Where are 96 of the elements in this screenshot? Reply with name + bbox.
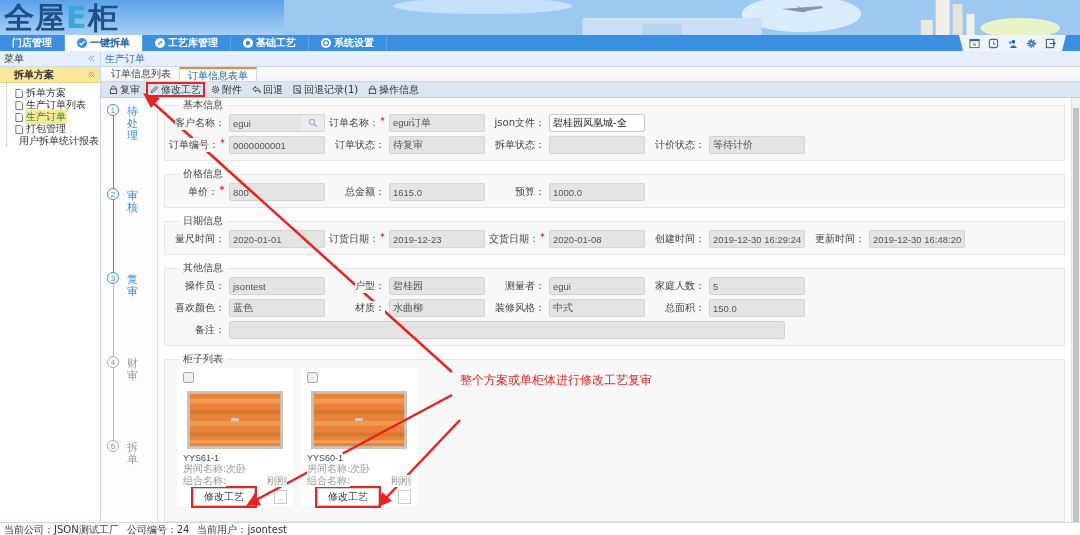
toolbar-button[interactable]: 修改工艺 <box>146 82 205 97</box>
section-title: 基本信息 <box>182 98 224 112</box>
status-text: 公司编号：24 <box>126 523 190 535</box>
room-name: 房间名称:次卧 <box>183 463 247 475</box>
document-icon <box>293 85 302 94</box>
toolbar-button[interactable]: 操作信息 <box>364 82 424 97</box>
toolbar-button[interactable]: 复审 <box>105 82 144 97</box>
menu-item[interactable]: 生产订单列表 <box>25 98 87 112</box>
check-icon <box>77 38 87 48</box>
nav-tab[interactable]: 一键拆单 <box>65 35 143 51</box>
modify-button[interactable]: 修改工艺 <box>193 488 255 506</box>
section-title: 柜子列表 <box>182 352 224 366</box>
group-name: 组合名称: <box>307 475 351 487</box>
toolbar-button[interactable]: 回退 <box>248 82 287 97</box>
lock-icon <box>368 85 378 94</box>
menu-group[interactable]: 拆单方案 <box>0 67 100 83</box>
input-field[interactable]: 水曲柳 <box>389 299 485 317</box>
step-label: 待处理 <box>127 104 138 143</box>
input-field[interactable]: 2020-01-08 <box>549 230 645 248</box>
toolbar-button[interactable]: 回退记录(1) <box>289 82 363 97</box>
annotation-text: 整个方案或单柜体进行修改工艺复审 <box>460 372 652 389</box>
status-text: 当前用户：jsontest <box>197 523 288 535</box>
input-field[interactable]: 中式 <box>549 299 645 317</box>
room-name: 房间名称:次卧 <box>307 463 371 475</box>
users-icon[interactable] <box>1007 37 1018 49</box>
step-label: 审核 <box>127 188 138 215</box>
input-field[interactable]: 2019-12-23 <box>389 230 485 248</box>
page-tab[interactable]: 订单信息列表 <box>103 67 179 81</box>
section-title: 其他信息 <box>182 261 224 275</box>
menu-group-label: 拆单方案 <box>14 67 54 82</box>
collapse-icon[interactable] <box>87 54 96 63</box>
menu-item[interactable]: 用户拆单统计报表 <box>18 134 100 148</box>
input-field[interactable]: 等待计价 <box>709 136 805 154</box>
logo: 全屋E柜 <box>3 0 120 35</box>
input-field[interactable]: 2019-12-30 16:48:20 <box>869 230 965 248</box>
input-field[interactable]: 0000000001 <box>229 136 325 154</box>
input-field[interactable]: egui订单 <box>389 114 485 132</box>
input-field[interactable]: 1615.0 <box>389 183 485 201</box>
required-icon <box>380 232 385 238</box>
input-field[interactable]: jsontest <box>229 277 325 295</box>
modify-button[interactable]: 修改工艺 <box>317 488 379 506</box>
exit-icon[interactable] <box>1045 37 1056 49</box>
checkbox[interactable] <box>307 372 318 383</box>
section-title: 日期信息 <box>182 214 224 228</box>
step-number: 3 <box>107 272 119 284</box>
input-field[interactable]: 待复审 <box>389 136 485 154</box>
input-field[interactable]: 碧桂园凤凰城-全 <box>549 114 645 132</box>
input-field[interactable]: egui <box>549 277 645 295</box>
input-field[interactable]: 碧桂园 <box>389 277 485 295</box>
menu-item[interactable]: 拆单方案 <box>25 86 67 100</box>
window-icon[interactable] <box>969 37 980 49</box>
timestamp: 刚刚 <box>391 475 411 487</box>
cabinet-name: YYS60-1 <box>307 453 344 463</box>
required-icon <box>540 232 545 238</box>
back-arrow-icon <box>252 85 261 94</box>
timestamp: 刚刚 <box>267 475 287 487</box>
chevron-icon <box>87 70 96 79</box>
step-label: 拆单 <box>127 440 138 467</box>
status-text: 当前公司：JSON测试工厂 <box>4 523 119 535</box>
step-number: 2 <box>107 188 119 200</box>
breadcrumb: 生产订单 <box>105 51 145 66</box>
step-number: 5 <box>107 440 119 452</box>
group-name: 组合名称: <box>183 475 227 487</box>
required-icon <box>219 185 225 191</box>
input-field[interactable]: 2019-12-30 16:29:24 <box>709 230 805 248</box>
search-field[interactable]: egui <box>229 114 325 132</box>
search-icon[interactable] <box>302 115 324 131</box>
required-icon <box>220 138 225 144</box>
step-label: 复审 <box>127 272 138 299</box>
text-area[interactable] <box>229 321 785 339</box>
step-number: 1 <box>107 104 119 116</box>
input-field[interactable]: 800 <box>229 183 325 201</box>
section-title: 价格信息 <box>182 167 224 181</box>
input-field[interactable] <box>549 136 645 154</box>
checkbox[interactable] <box>183 372 194 383</box>
input-field[interactable]: 蓝色 <box>229 299 325 317</box>
input-field[interactable]: 2020-01-01 <box>229 230 325 248</box>
input-field[interactable]: 5 <box>709 277 805 295</box>
pencil-icon <box>155 38 165 48</box>
toolbar-button[interactable]: 附件 <box>207 82 246 97</box>
step-number: 4 <box>107 356 119 368</box>
input-field[interactable]: 1000.0 <box>549 183 645 201</box>
scrollbar[interactable] <box>1071 98 1080 522</box>
sidebar-title: 菜单 <box>4 51 24 66</box>
required-icon <box>380 116 385 122</box>
lock-icon <box>109 85 118 94</box>
input-field[interactable]: 150.0 <box>709 299 805 317</box>
page-tab[interactable]: 订单信息表单 <box>179 67 257 81</box>
menu-item[interactable]: 生产订单 <box>25 110 67 124</box>
settings-icon[interactable] <box>1026 37 1037 49</box>
menu-item[interactable]: 打包管理 <box>25 122 67 136</box>
step-label: 财审 <box>127 356 138 383</box>
field-label: 材质： <box>355 301 385 315</box>
pencil-icon <box>150 85 159 94</box>
clock-icon[interactable] <box>988 37 999 49</box>
cabinet-name: YYS61-1 <box>183 453 220 463</box>
